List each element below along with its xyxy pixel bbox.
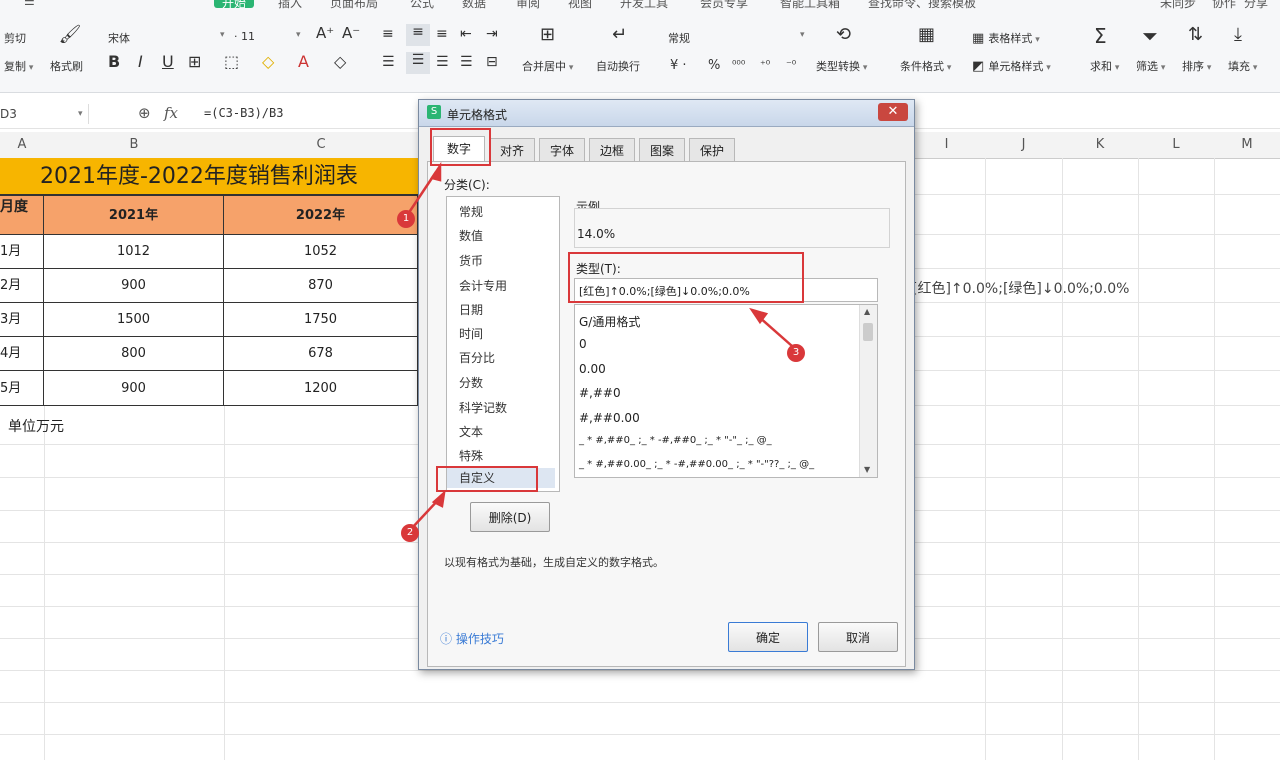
annotation-arrows [406, 161, 793, 529]
